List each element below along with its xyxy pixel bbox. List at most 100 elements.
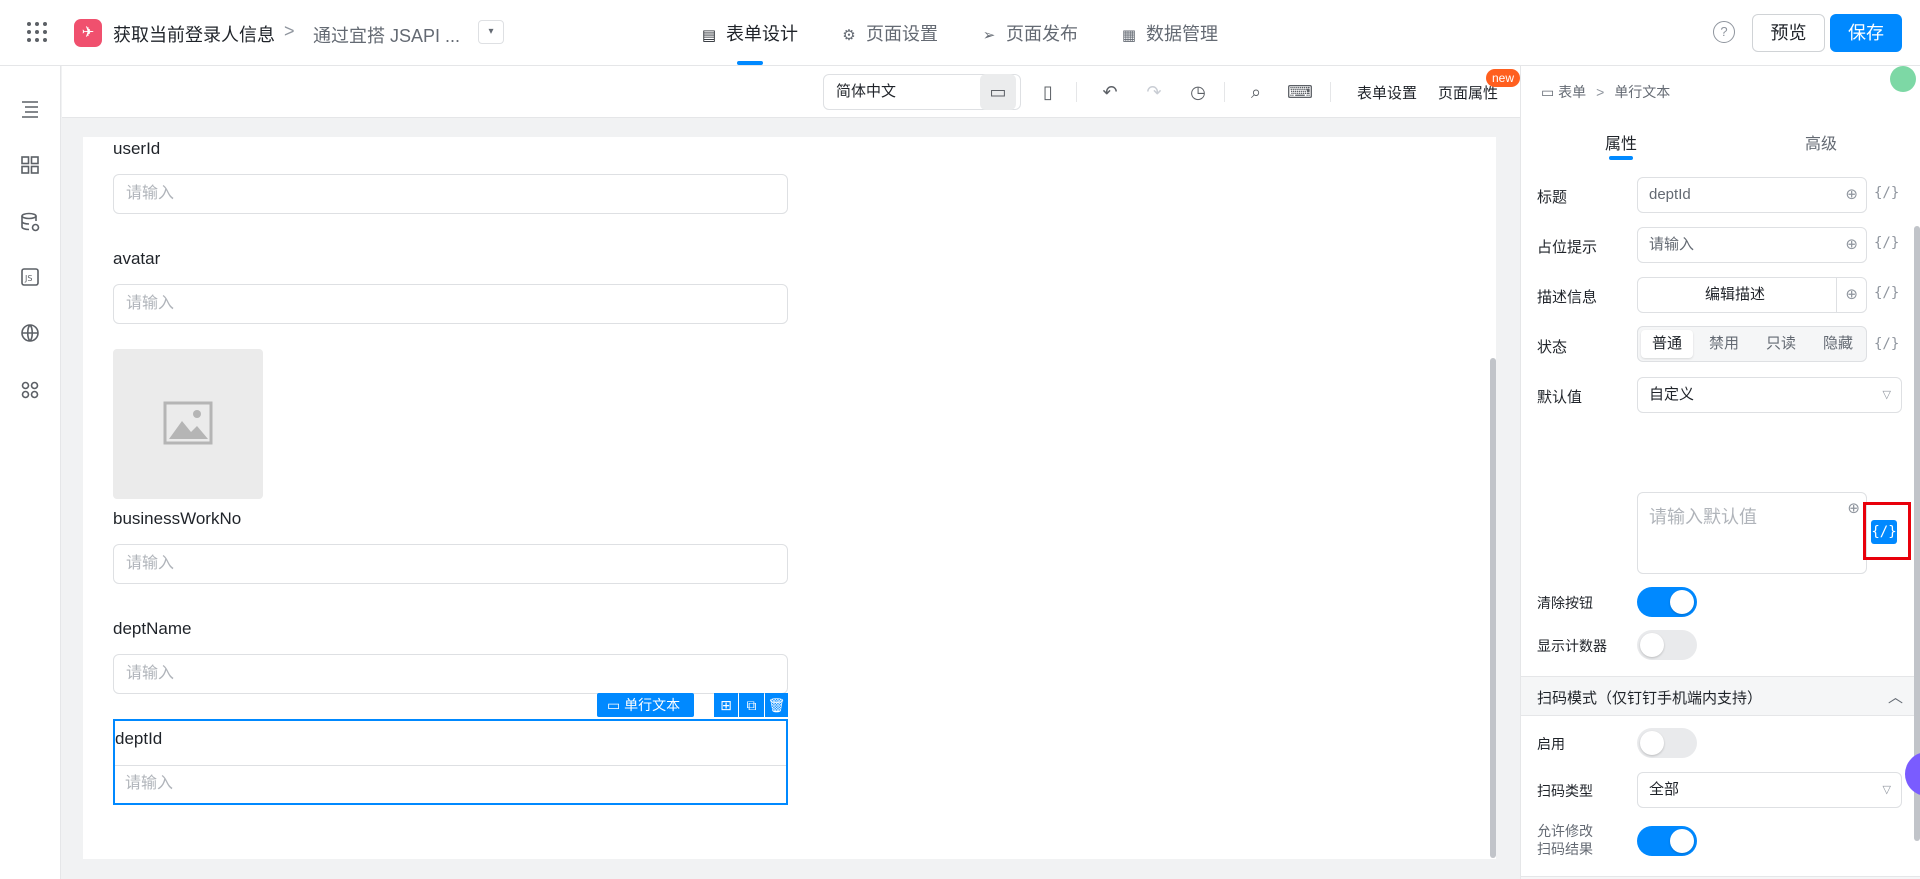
counter-toggle[interactable]: [1637, 630, 1697, 660]
left-rail: JS ‹ ›: [0, 66, 61, 879]
globe-icon[interactable]: ⊕: [1845, 228, 1858, 262]
delete-icon[interactable]: 🗑: [765, 693, 788, 717]
panel-breadcrumb: ▭ 表单 > 单行文本: [1541, 82, 1670, 102]
image-icon: [163, 401, 213, 445]
edit-description-label: 编辑描述: [1704, 286, 1765, 303]
globe-icon[interactable]: [18, 322, 42, 346]
component-type-label: 单行文本: [624, 697, 681, 713]
new-badge: new: [1486, 69, 1521, 87]
help-icon[interactable]: ?: [1713, 21, 1735, 43]
tab-properties[interactable]: 属性: [1605, 130, 1637, 154]
default-value-textarea[interactable]: 请输入默认值 ⊕: [1637, 492, 1867, 574]
component-type-tag[interactable]: ▭ 单行文本: [597, 693, 695, 717]
clear-button-toggle[interactable]: [1637, 587, 1697, 617]
tab-label: 数据管理: [1146, 24, 1218, 44]
scan-enable-toggle[interactable]: [1637, 728, 1697, 758]
chevron-down-icon: ▽: [1882, 389, 1891, 401]
chevron-up-icon: ︿: [1887, 689, 1903, 706]
scan-type-value: 全部: [1649, 781, 1680, 798]
document-icon: ▤: [701, 27, 717, 44]
properties-panel: ▭ 表单 > 单行文本 属性 高级 标题 deptId ⊕ {/} 占位提示 请输入…: [1520, 66, 1920, 879]
scan-edit-toggle[interactable]: [1637, 826, 1697, 856]
description-label: 描述信息: [1537, 289, 1598, 306]
active-tab-indicator: [737, 61, 763, 65]
globe-icon[interactable]: ⊕: [1847, 499, 1860, 517]
form-settings-link[interactable]: 表单设置: [1357, 82, 1417, 103]
default-value-placeholder: 请输入默认值: [1649, 507, 1757, 527]
field-label-avatar: avatar: [113, 249, 161, 268]
counter-label: 显示计数器: [1537, 638, 1607, 654]
outline-tree-icon[interactable]: [18, 98, 42, 122]
scan-edit-label: 允许修改 扫码结果: [1537, 822, 1593, 858]
insert-icon[interactable]: ⊞: [714, 693, 738, 717]
js-code-icon[interactable]: JS: [18, 266, 42, 290]
globe-icon[interactable]: ⊕: [1845, 178, 1858, 212]
image-placeholder[interactable]: [113, 349, 263, 499]
page-name[interactable]: 通过宜搭 JSAPI ...: [313, 22, 460, 48]
state-option-hidden[interactable]: 隐藏: [1812, 330, 1864, 358]
input-userid[interactable]: 请输入: [113, 174, 788, 214]
copy-icon[interactable]: ⧉: [739, 693, 764, 717]
search-icon[interactable]: ⌕: [1238, 74, 1274, 110]
state-expression-icon[interactable]: {/}: [1874, 336, 1899, 352]
description-expression-icon[interactable]: {/}: [1874, 285, 1899, 301]
state-option-disabled[interactable]: 禁用: [1698, 330, 1750, 358]
panel-scrollbar[interactable]: [1914, 226, 1920, 841]
state-option-readonly[interactable]: 只读: [1755, 330, 1807, 358]
canvas-scrollbar[interactable]: [1490, 358, 1496, 858]
scan-mode-title: 扫码模式（仅钉钉手机端内支持）: [1537, 690, 1763, 707]
chevron-right-icon: >: [1596, 84, 1605, 100]
default-mode-select[interactable]: 自定义 ▽: [1637, 377, 1902, 413]
tab-data-manage[interactable]: ▦ 数据管理: [1120, 20, 1218, 66]
app-title[interactable]: 获取当前登录人信息: [113, 21, 275, 47]
save-button[interactable]: 保存: [1830, 14, 1902, 52]
selected-field-deptid[interactable]: deptId 请输入: [113, 719, 788, 805]
scan-enable-label: 启用: [1537, 736, 1565, 752]
page-switch-dropdown[interactable]: ▾: [478, 20, 504, 44]
undo-icon[interactable]: ↶: [1092, 74, 1128, 110]
form-canvas: userId 请输入 avatar 请输入 businessWorkNo 请输入…: [83, 137, 1496, 859]
scan-mode-section[interactable]: 扫码模式（仅钉钉手机端内支持） ︿: [1521, 676, 1920, 716]
scan-type-select[interactable]: 全部 ▽: [1637, 772, 1902, 808]
redo-icon[interactable]: ↷: [1136, 74, 1172, 110]
desktop-view-icon[interactable]: ▭: [980, 74, 1016, 110]
assistant-bubble-icon[interactable]: [1905, 752, 1920, 796]
components-grid-icon[interactable]: [18, 154, 42, 178]
globe-icon[interactable]: ⊕: [1836, 278, 1858, 312]
preview-button[interactable]: 预览: [1752, 14, 1825, 52]
field-label-deptid: deptId: [115, 729, 163, 748]
input-deptid[interactable]: 请输入: [115, 765, 786, 803]
keyboard-icon[interactable]: ⌨: [1282, 74, 1318, 110]
tab-advanced[interactable]: 高级: [1805, 130, 1837, 154]
data-source-icon[interactable]: [18, 211, 42, 235]
placeholder-input[interactable]: 请输入 ⊕: [1637, 227, 1867, 263]
tab-form-design[interactable]: ▤ 表单设计: [700, 20, 798, 66]
input-avatar[interactable]: 请输入: [113, 284, 788, 324]
field-label-deptname: deptName: [113, 619, 192, 638]
default-mode-value: 自定义: [1649, 386, 1695, 403]
chevron-right-icon: >: [284, 21, 295, 41]
plugins-icon[interactable]: [18, 379, 42, 403]
edit-description-button[interactable]: 编辑描述 ⊕: [1637, 277, 1867, 313]
input-businessworkno[interactable]: 请输入: [113, 544, 788, 584]
placeholder-expression-icon[interactable]: {/}: [1874, 235, 1899, 251]
gear-icon: ⚙: [842, 27, 856, 44]
tab-page-publish[interactable]: ➢ 页面发布: [980, 20, 1078, 66]
history-icon[interactable]: ◷: [1180, 74, 1216, 110]
table-icon: ▦: [1121, 27, 1137, 44]
active-tab-indicator: [1609, 156, 1633, 160]
toggle-knob: [1640, 633, 1664, 657]
title-input[interactable]: deptId ⊕: [1637, 177, 1867, 213]
form-icon: ▭: [1541, 84, 1559, 100]
mobile-view-icon[interactable]: ▯: [1030, 74, 1066, 110]
title-expression-icon[interactable]: {/}: [1874, 185, 1899, 201]
apps-grid-icon[interactable]: [27, 22, 47, 42]
app-logo-icon: ✈: [74, 19, 102, 47]
clear-button-label: 清除按钮: [1537, 595, 1593, 611]
tab-page-settings[interactable]: ⚙ 页面设置: [840, 20, 938, 66]
state-option-normal[interactable]: 普通: [1641, 330, 1693, 358]
svg-text:JS: JS: [24, 274, 32, 283]
input-deptname[interactable]: 请输入: [113, 654, 788, 694]
crumb-form[interactable]: 表单: [1558, 84, 1586, 100]
toolbar-divider: [1224, 82, 1225, 102]
